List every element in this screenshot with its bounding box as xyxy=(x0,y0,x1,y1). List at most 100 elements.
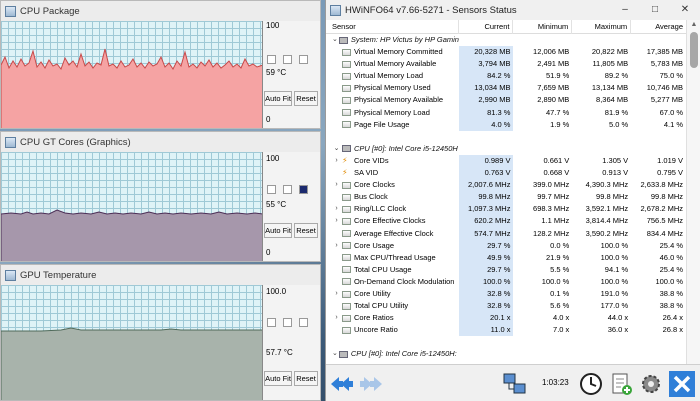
minimum-value: 12,006 MB xyxy=(533,47,570,57)
graph-color-swatch[interactable] xyxy=(283,55,292,64)
navigate-right-icon[interactable] xyxy=(358,371,384,397)
graph-color-swatch[interactable] xyxy=(299,55,308,64)
reset-button[interactable]: Reset xyxy=(294,371,318,386)
current-value xyxy=(459,34,514,46)
sensor-row[interactable]: › Core Ratios 20.1 x 4.0 x 44.0 x 26.4 x xyxy=(326,312,686,325)
network-icon[interactable] xyxy=(502,371,528,397)
expand-chevron-icon[interactable]: › xyxy=(332,155,341,167)
auto-fit-button[interactable]: Auto Fit xyxy=(264,371,292,386)
current-value xyxy=(459,143,514,155)
sensor-row[interactable]: › Ring/LLC Clock 1,097.3 MHz 698.3 MHz 3,592… xyxy=(326,203,686,216)
collapse-chevron-icon[interactable]: ⌄ xyxy=(332,34,338,46)
sensor-name-cell: Page File Usage xyxy=(326,119,459,131)
average-value: 99.8 MHz xyxy=(650,192,683,202)
sensor-name-label: Physical Memory Load xyxy=(354,107,430,117)
auto-fit-button[interactable]: Auto Fit xyxy=(264,91,292,106)
sensor-group-row[interactable]: ⌄ CPU [#0]: Intel Core i5-12450H xyxy=(326,143,686,155)
add-report-icon[interactable] xyxy=(608,371,634,397)
column-header-maximum[interactable]: Maximum xyxy=(572,20,632,34)
sensor-row[interactable]: › Core Clocks 2,007.6 MHz 399.0 MHz 4,390.3 … xyxy=(326,179,686,192)
graph-color-swatch[interactable] xyxy=(299,318,308,327)
average-value: 4.1 % xyxy=(663,119,683,129)
maximize-icon[interactable]: □ xyxy=(640,0,670,20)
sensor-row[interactable]: › ⚡ Core VIDs 0.989 V 0.661 V 1.305 V 1.019 V xyxy=(326,154,686,168)
graph-title-bar[interactable]: CPU Package xyxy=(1,1,320,21)
sensor-group-row[interactable]: ⌄ CPU [#0]: Intel Core i5-12450H: DTS xyxy=(326,348,686,360)
expand-chevron-icon[interactable]: › xyxy=(332,179,341,191)
sensor-row[interactable]: Average Effective Clock 574.7 MHz 128.2 MH… xyxy=(326,227,686,240)
sensor-row[interactable]: › Core Usage 29.7 % 0.0 % 100.0 % 25.4 % xyxy=(326,239,686,252)
graph-color-swatch[interactable] xyxy=(267,318,276,327)
average-value: 5,783 MB xyxy=(650,59,683,69)
graph-window-cpu-package[interactable]: CPU Package 100 59 °C Auto Fit Reset 0 xyxy=(0,0,321,129)
settings-gear-icon[interactable] xyxy=(638,371,664,397)
column-header-sensor[interactable]: Sensor xyxy=(326,20,459,34)
graph-window-gpu-temperature[interactable]: GPU Temperature 100.0 57.7 °C Auto Fit R… xyxy=(0,264,321,401)
minimum-value xyxy=(513,348,572,360)
graph-color-swatch[interactable] xyxy=(283,318,292,327)
column-header-minimum[interactable]: Minimum xyxy=(513,20,573,34)
scrollbar-thumb[interactable] xyxy=(690,32,698,68)
maximum-value: 1.305 V xyxy=(602,155,629,165)
collapse-chevron-icon[interactable]: ⌄ xyxy=(332,143,341,155)
sensor-row[interactable]: Uncore Ratio 11.0 x 7.0 x 36.0 x 26.8 x xyxy=(326,324,686,337)
window-controls: – □ ✕ xyxy=(610,0,700,20)
vertical-scrollbar[interactable]: ▲ xyxy=(686,20,700,366)
sensor-row[interactable]: Physical Memory Load 81.3 % 47.7 % 81.9 % 67… xyxy=(326,106,686,119)
sensor-row[interactable]: Physical Memory Available 2,990 MB 2,890 M… xyxy=(326,94,686,107)
minimum-value xyxy=(513,34,572,46)
close-sensors-icon[interactable] xyxy=(669,371,695,397)
sensor-name-label: Total CPU Usage xyxy=(354,264,412,274)
sensor-row[interactable]: Bus Clock 99.8 MHz 99.7 MHz 99.8 MHz 99.8 MH… xyxy=(326,191,686,204)
graph-title-bar[interactable]: GPU Temperature xyxy=(1,265,320,285)
column-header-average[interactable]: Average xyxy=(631,20,686,34)
sensor-row[interactable]: On-Demand Clock Modulation 100.0 % 100.0 %… xyxy=(326,275,686,288)
expand-chevron-icon[interactable]: › xyxy=(332,203,341,215)
graph-plot-area xyxy=(1,152,263,261)
minimum-value: 47.7 % xyxy=(545,107,570,117)
reset-button[interactable]: Reset xyxy=(294,223,318,238)
navigate-left-icon[interactable] xyxy=(329,371,355,397)
sensor-row[interactable]: Virtual Memory Load 84.2 % 51.9 % 89.2 % 75.… xyxy=(326,70,686,83)
graph-window-cpu-gt-cores[interactable]: CPU GT Cores (Graphics) 100 55 °C Auto F… xyxy=(0,131,321,262)
expand-chevron-icon[interactable]: › xyxy=(332,288,341,300)
current-value: 81.3 % xyxy=(458,106,514,119)
sensor-row[interactable]: Total CPU Utility 32.8 % 5.6 % 177.0 % 38.8 … xyxy=(326,300,686,313)
graph-color-swatch[interactable] xyxy=(267,185,276,194)
clock-icon[interactable] xyxy=(578,371,604,397)
sensor-row[interactable]: › Core Utility 32.8 % 0.1 % 191.0 % 38.8 % xyxy=(326,287,686,301)
graph-title-bar[interactable]: CPU GT Cores (Graphics) xyxy=(1,132,320,152)
graph-color-swatch[interactable] xyxy=(283,185,292,194)
sensor-name-cell: Virtual Memory Load xyxy=(326,70,459,82)
hwinfo-app-icon xyxy=(5,269,16,281)
current-value: 20.1 x xyxy=(458,312,514,325)
scroll-up-icon[interactable]: ▲ xyxy=(687,21,700,28)
collapse-chevron-icon[interactable]: ⌄ xyxy=(332,348,338,360)
graph-color-swatch[interactable] xyxy=(267,55,276,64)
sensor-row[interactable]: › Core Effective Clocks 620.2 MHz 1.1 MHz 3,… xyxy=(326,215,686,228)
average-value: 25.4 % xyxy=(659,240,683,250)
hwinfo-app-icon xyxy=(5,5,16,17)
expand-chevron-icon[interactable]: › xyxy=(332,215,341,227)
spacer-row xyxy=(326,336,686,348)
reset-button[interactable]: Reset xyxy=(294,91,318,106)
maximum-value: 3,592.1 MHz xyxy=(585,204,629,214)
column-header-current[interactable]: Current xyxy=(459,20,514,34)
sensor-row[interactable]: ⚡ SA VID 0.763 V 0.668 V 0.913 V 0.795 V xyxy=(326,167,686,180)
sensor-group-row[interactable]: ⌄ System: HP Victus by HP Gaming Laptop 1… xyxy=(326,34,686,46)
graph-color-swatch[interactable] xyxy=(299,185,308,194)
sensor-row[interactable]: Max CPU/Thread Usage 49.9 % 21.9 % 100.0 % 4… xyxy=(326,251,686,264)
sensor-row[interactable]: Total CPU Usage 29.7 % 5.5 % 94.1 % 25.4 % xyxy=(326,263,686,276)
sensor-row[interactable]: Page File Usage 4.0 % 1.9 % 5.0 % 4.1 % xyxy=(326,118,686,131)
close-icon[interactable]: ✕ xyxy=(670,0,700,20)
current-value: 574.7 MHz xyxy=(458,227,514,240)
sensor-row[interactable]: Physical Memory Used 13,034 MB 7,659 MB 13,… xyxy=(326,82,686,95)
expand-chevron-icon[interactable]: › xyxy=(332,312,341,324)
auto-fit-button[interactable]: Auto Fit xyxy=(264,223,292,238)
expand-chevron-icon[interactable]: › xyxy=(332,240,341,252)
minimize-icon[interactable]: – xyxy=(610,0,640,20)
sensors-status-window[interactable]: HWiNFO64 v7.66-5271 - Sensors Status – □… xyxy=(325,0,700,401)
sensor-row[interactable]: Virtual Memory Committed 20,328 MB 12,006 … xyxy=(326,46,686,59)
maximum-value: 20,822 MB xyxy=(591,47,629,57)
sensor-row[interactable]: Virtual Memory Available 3,794 MB 2,491 MB… xyxy=(326,58,686,71)
